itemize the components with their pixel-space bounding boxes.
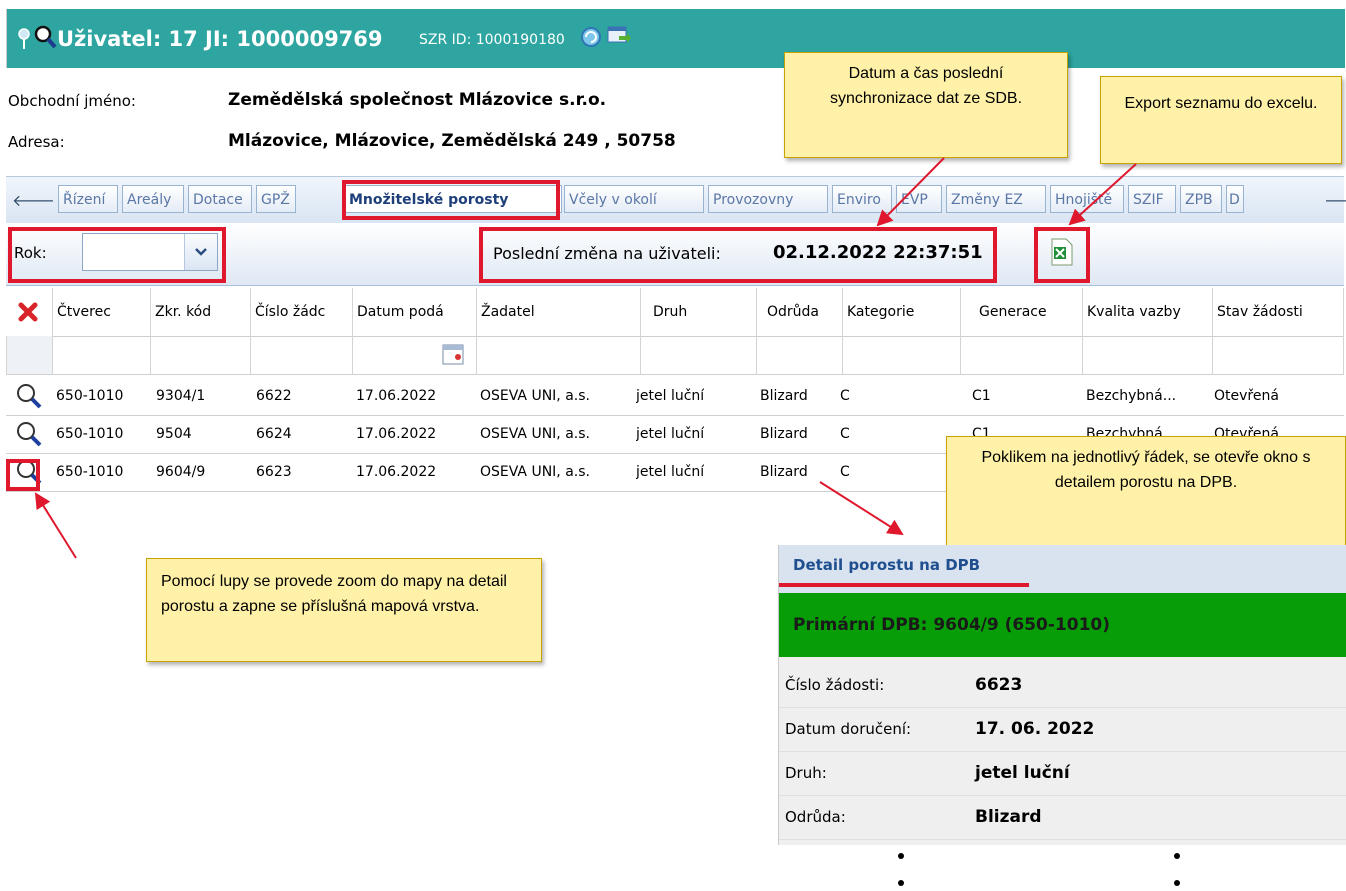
annotation-arrows xyxy=(34,157,1137,559)
